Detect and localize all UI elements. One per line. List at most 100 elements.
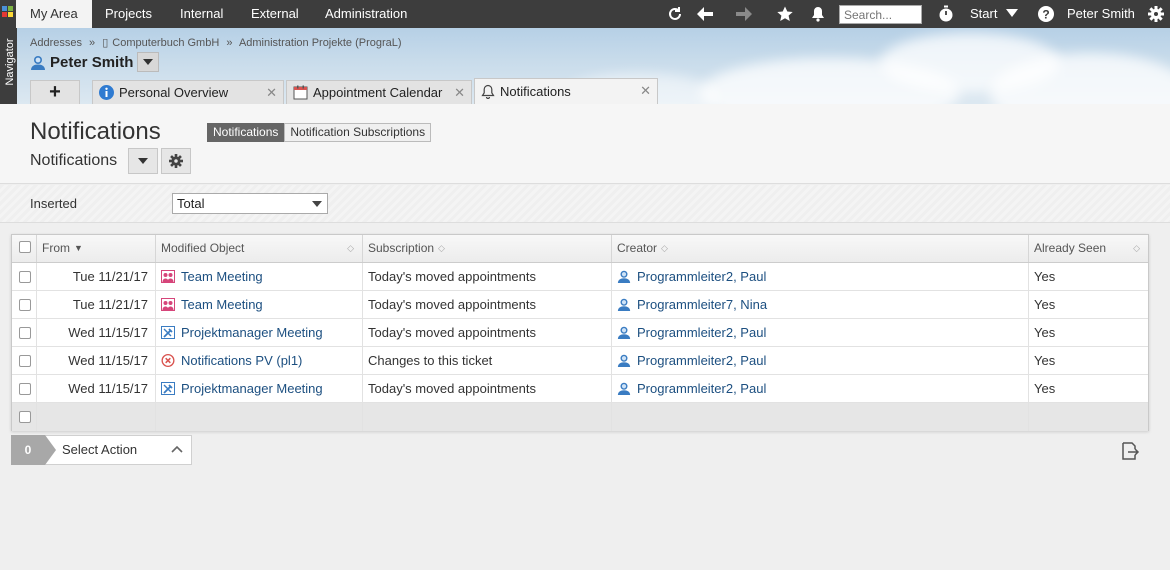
creator-link[interactable]: Programmleiter7, Nina	[637, 297, 767, 312]
filter-value: Total	[177, 196, 205, 211]
gear-icon[interactable]	[1143, 0, 1169, 28]
stopwatch-icon[interactable]	[933, 0, 959, 28]
current-user-menu[interactable]: Peter Smith	[1058, 0, 1144, 28]
modified-object-link[interactable]: Projektmanager Meeting	[181, 381, 323, 396]
table-row[interactable]: Tue 11/21/17 Team Meeting Today's moved ap…	[12, 263, 1148, 291]
creator-link[interactable]: Programmleiter2, Paul	[637, 325, 766, 340]
tab-personal-overview[interactable]: Personal Overview ✕	[92, 80, 284, 104]
modified-object-link[interactable]: Projektmanager Meeting	[181, 325, 323, 340]
row-checkbox[interactable]	[19, 299, 31, 311]
search-input[interactable]	[839, 5, 922, 24]
star-icon[interactable]	[772, 0, 798, 28]
modified-object-link[interactable]: Team Meeting	[181, 297, 263, 312]
refresh-icon[interactable]	[662, 0, 688, 28]
creator-link[interactable]: Programmleiter2, Paul	[637, 353, 766, 368]
footer-checkbox[interactable]	[19, 411, 31, 423]
close-icon[interactable]: ✕	[266, 85, 277, 101]
new-tab-button[interactable]: +	[30, 80, 80, 104]
nav-internal[interactable]: Internal	[166, 0, 237, 28]
cell-creator: Programmleiter2, Paul	[612, 319, 1029, 346]
row-checkbox[interactable]	[19, 355, 31, 367]
column-label: From	[42, 241, 70, 255]
person-header: Peter Smith	[30, 53, 133, 71]
creator-link[interactable]: Programmleiter2, Paul	[637, 381, 766, 396]
column-label: Creator	[617, 241, 658, 255]
row-checkbox[interactable]	[19, 271, 31, 283]
subscription-text: Today's moved appointments	[368, 381, 536, 396]
navigator-toggle[interactable]: Navigator	[0, 28, 17, 104]
meeting-icon	[161, 297, 181, 312]
person-name: Peter Smith	[50, 53, 134, 71]
breadcrumb-item[interactable]: Administration Projekte (PrograL)	[239, 37, 402, 49]
table-row[interactable]: Wed 11/15/17 Projektmanager Meeting Today'…	[12, 319, 1148, 347]
page-title: Notifications	[30, 118, 161, 145]
start-menu-button[interactable]: Start	[960, 0, 1007, 28]
chevron-up-icon[interactable]	[171, 443, 183, 455]
settings-button[interactable]	[161, 148, 191, 174]
tab-appointment-calendar[interactable]: Appointment Calendar ✕	[286, 80, 472, 104]
row-select-cell	[12, 291, 37, 318]
footer-cell	[37, 403, 156, 431]
cell-from: Tue 11/21/17	[37, 263, 156, 290]
close-icon[interactable]: ✕	[640, 83, 651, 99]
view-subscriptions-button[interactable]: Notification Subscriptions	[284, 123, 432, 142]
cell-modified-object: Team Meeting	[156, 263, 363, 290]
inserted-filter-select[interactable]: Total	[172, 193, 328, 214]
table-footer	[12, 403, 1148, 431]
close-icon[interactable]: ✕	[454, 85, 465, 101]
column-header-subscription[interactable]: Subscription ◇	[363, 235, 612, 262]
row-select-cell	[12, 347, 37, 374]
column-header-creator[interactable]: Creator ◇	[612, 235, 1029, 262]
cell-already-seen: Yes	[1029, 291, 1148, 318]
filter-label: Inserted	[30, 196, 77, 211]
app-logo-icon[interactable]	[2, 6, 14, 18]
calendar-icon	[293, 85, 308, 100]
column-label: Modified Object	[161, 241, 245, 255]
table-row[interactable]: Wed 11/15/17 Notifications PV (pl1) Change…	[12, 347, 1148, 375]
column-label: Already Seen	[1034, 241, 1107, 255]
person-menu-dropdown[interactable]	[137, 52, 159, 72]
ticket-error-icon	[161, 353, 181, 368]
select-all-cell	[12, 235, 37, 262]
nav-administration[interactable]: Administration	[311, 0, 421, 28]
export-icon[interactable]	[1120, 441, 1140, 461]
row-checkbox[interactable]	[19, 383, 31, 395]
nav-external[interactable]: External	[237, 0, 313, 28]
row-checkbox[interactable]	[19, 327, 31, 339]
subscription-text: Today's moved appointments	[368, 269, 536, 284]
forward-arrow-icon[interactable]	[731, 0, 757, 28]
back-arrow-icon[interactable]	[692, 0, 718, 28]
breadcrumb-separator: »	[89, 37, 96, 49]
modified-object-link[interactable]: Notifications PV (pl1)	[181, 353, 302, 368]
cell-subscription: Changes to this ticket	[363, 347, 612, 374]
column-header-modified-object[interactable]: Modified Object ◇	[156, 235, 363, 262]
table-row[interactable]: Tue 11/21/17 Team Meeting Today's moved ap…	[12, 291, 1148, 319]
modified-object-link[interactable]: Team Meeting	[181, 269, 263, 284]
view-notifications-button[interactable]: Notifications	[207, 123, 285, 142]
tab-notifications[interactable]: Notifications ✕	[474, 78, 658, 104]
cell-already-seen: Yes	[1029, 319, 1148, 346]
nav-projects[interactable]: Projects	[91, 0, 166, 28]
user-icon	[617, 381, 637, 396]
view-switcher: Notifications Notification Subscriptions	[207, 123, 432, 142]
column-header-already-seen[interactable]: Already Seen ◇	[1029, 235, 1148, 262]
nav-my-area[interactable]: My Area	[16, 0, 92, 28]
cell-modified-object: Notifications PV (pl1)	[156, 347, 363, 374]
chevron-down-icon[interactable]	[1006, 9, 1018, 17]
breadcrumb-item[interactable]: Computerbuch GmbH	[112, 37, 219, 49]
breadcrumb-item[interactable]: Addresses	[30, 37, 82, 49]
cell-creator: Programmleiter2, Paul	[612, 347, 1029, 374]
table-row[interactable]: Wed 11/15/17 Projektmanager Meeting Today'…	[12, 375, 1148, 403]
top-nav-bar: My Area Projects Internal External Admin…	[0, 0, 1170, 28]
column-header-from[interactable]: From ▼	[37, 235, 156, 262]
notifications-table: From ▼ Modified Object ◇ Subscription ◇ Cre…	[11, 234, 1149, 431]
help-icon[interactable]: ?	[1033, 0, 1059, 28]
creator-link[interactable]: Programmleiter2, Paul	[637, 269, 766, 284]
sort-icon: ◇	[1133, 243, 1140, 253]
select-all-checkbox[interactable]	[19, 241, 31, 253]
footer-cell	[612, 403, 1029, 431]
table-header: From ▼ Modified Object ◇ Subscription ◇ Cre…	[12, 235, 1148, 263]
bell-icon[interactable]	[805, 0, 831, 28]
view-options-dropdown[interactable]	[128, 148, 158, 174]
cell-subscription: Today's moved appointments	[363, 375, 612, 402]
